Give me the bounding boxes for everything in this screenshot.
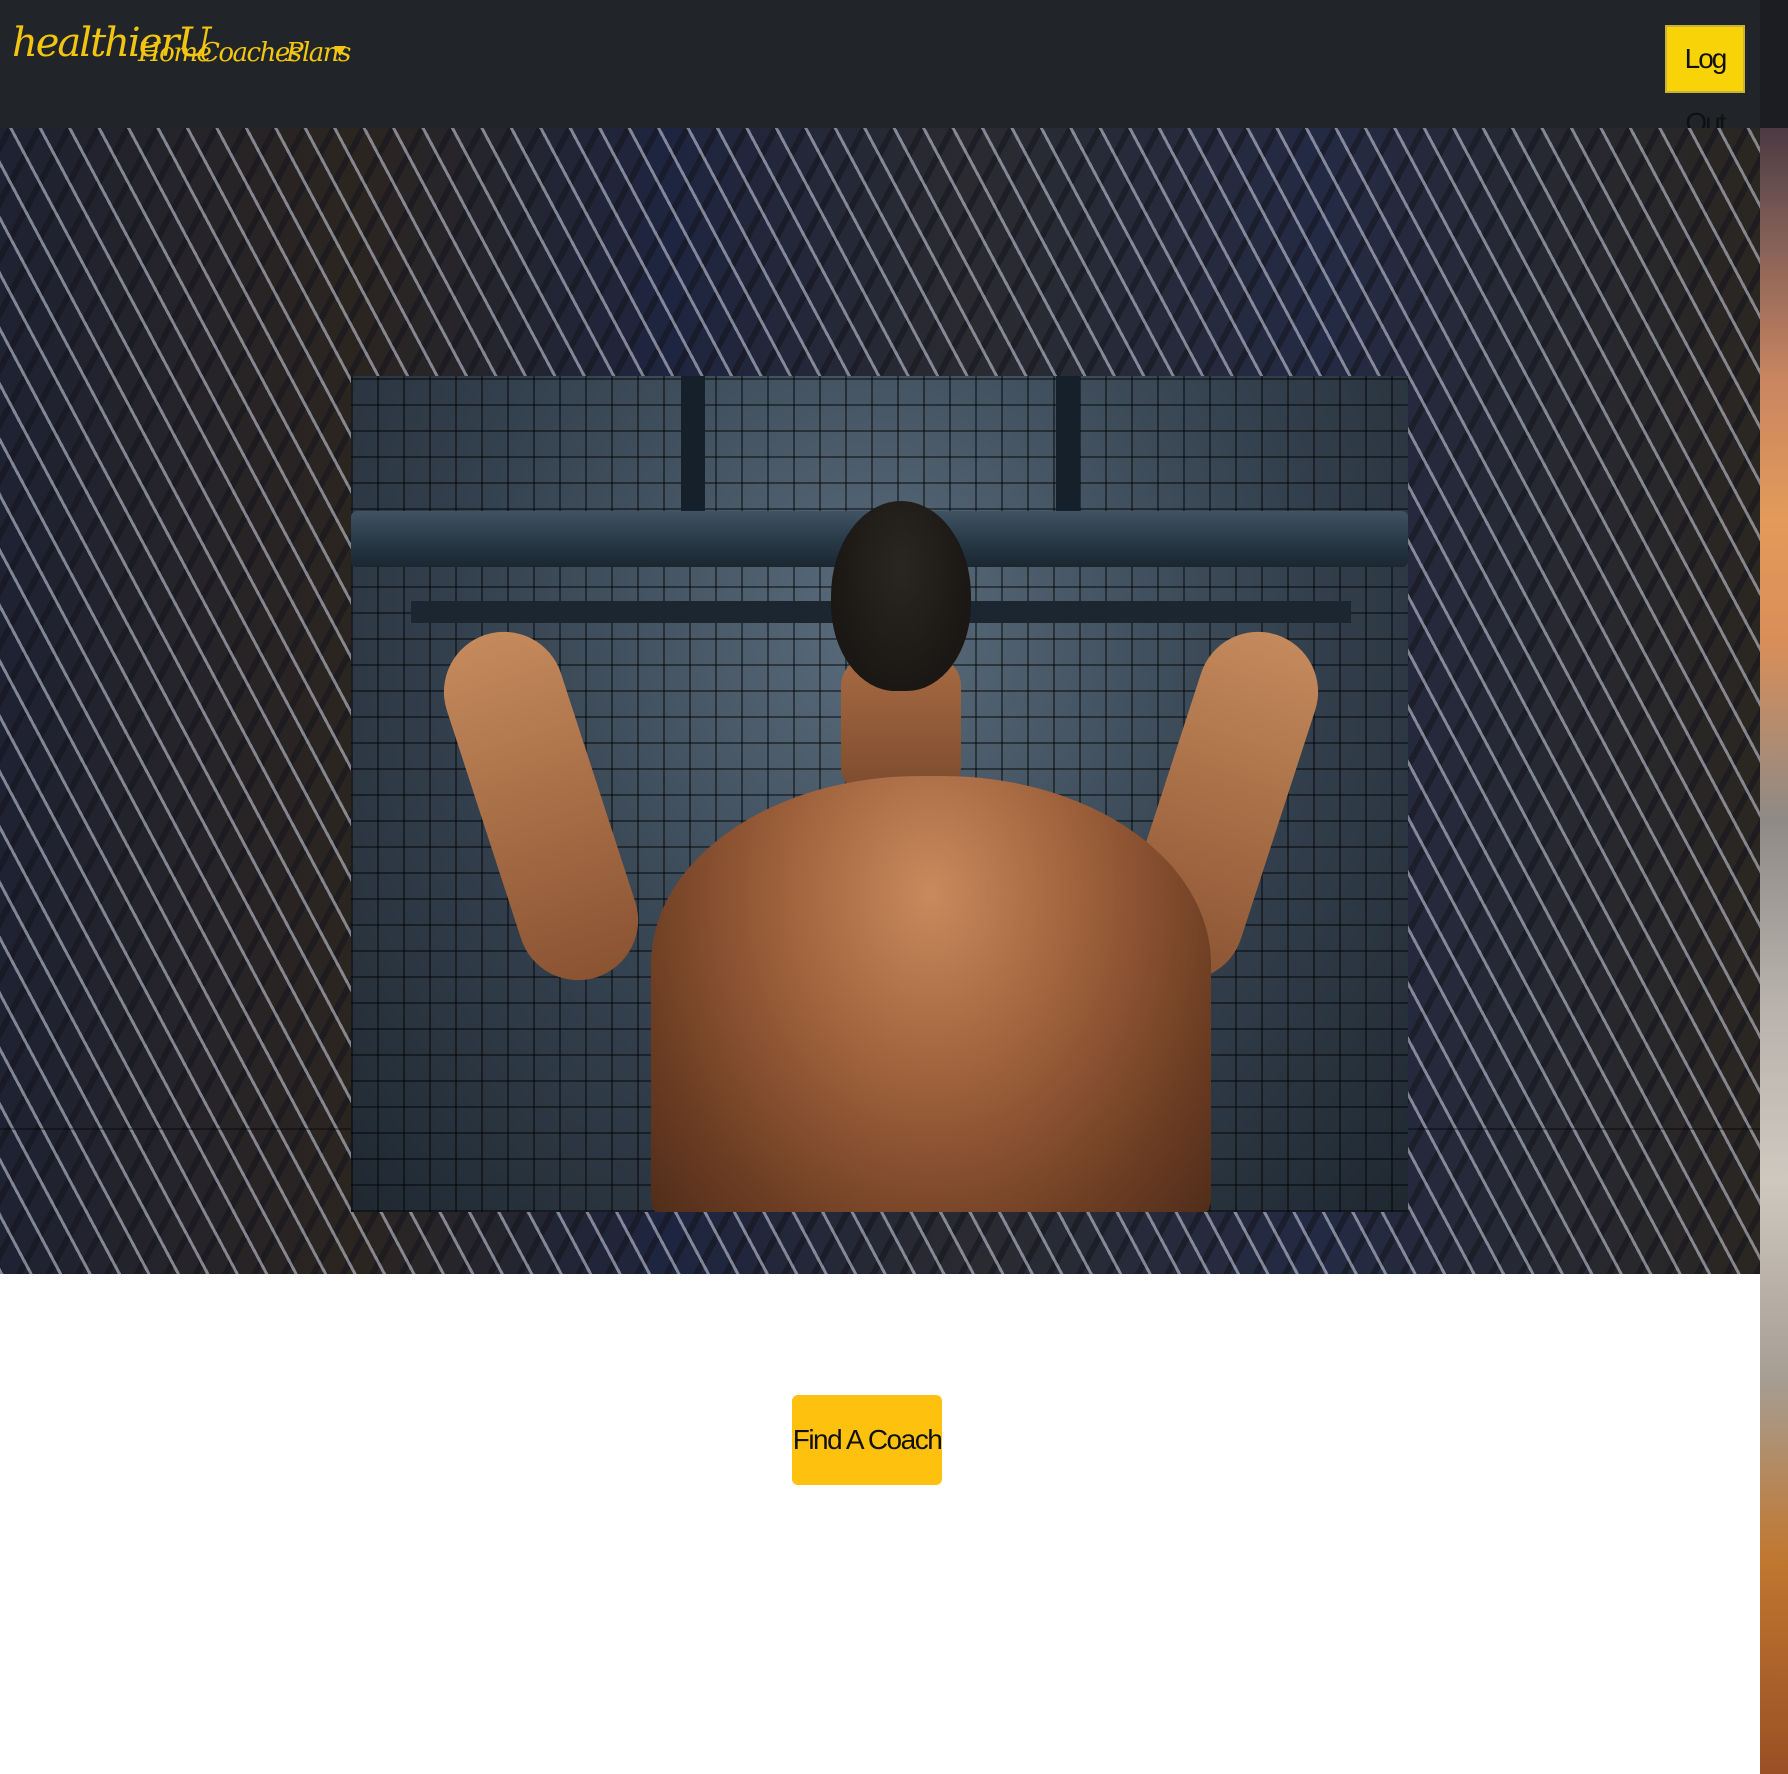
hero-image-pullup bbox=[351, 376, 1408, 1212]
hero-banner bbox=[0, 128, 1760, 1274]
find-a-coach-button[interactable]: Find A Coach bbox=[792, 1395, 943, 1485]
logout-button[interactable]: Log Out bbox=[1665, 25, 1745, 138]
figure-head bbox=[831, 501, 971, 691]
background-landscape-strip bbox=[1760, 0, 1788, 1774]
page: healthierU Home Coaches Plans Log Out Fi… bbox=[0, 0, 1788, 1774]
figure-left-arm bbox=[428, 616, 654, 996]
caret-down-icon[interactable] bbox=[334, 46, 346, 56]
figure-back bbox=[651, 776, 1211, 1212]
navbar: healthierU Home Coaches Plans Log Out bbox=[0, 0, 1760, 138]
